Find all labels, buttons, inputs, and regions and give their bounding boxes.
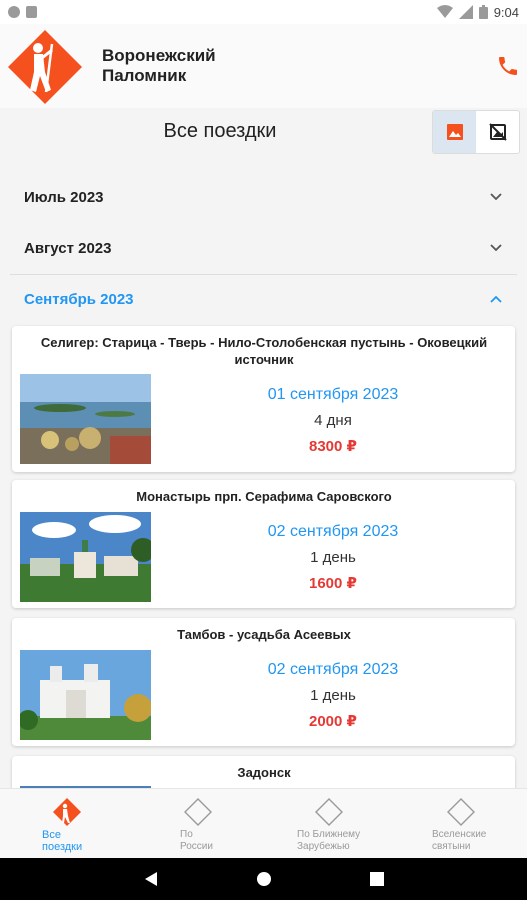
trip-price: 1600 ₽ [309, 575, 357, 592]
trip-card[interactable]: Селигер: Старица - Тверь - Нило-Столобен… [12, 326, 515, 472]
nav-ecumenical-shrines[interactable]: Вселенские святыни [393, 789, 524, 859]
status-bar: 9:04 [0, 0, 527, 24]
month-section-august[interactable]: Август 2023 [10, 223, 517, 273]
nav-all-trips[interactable]: Все поездки [0, 789, 131, 859]
trip-title: Тамбов - усадьба Асеевых [177, 627, 351, 642]
bottom-navigation: Все поездки По России По Ближнему Зарубе… [0, 788, 527, 858]
sd-card-status-icon [26, 6, 37, 18]
signal-icon [458, 5, 473, 19]
wifi-icon [436, 5, 453, 18]
trip-photo [20, 374, 151, 464]
chevron-up-icon [490, 295, 502, 303]
system-navigation-bar [0, 858, 527, 900]
recent-apps-icon[interactable] [370, 872, 384, 886]
back-icon[interactable] [143, 871, 159, 887]
hide-images-button[interactable] [476, 111, 519, 153]
brand-line-2: Паломник [102, 66, 187, 85]
phone-icon[interactable] [496, 54, 520, 78]
home-icon[interactable] [256, 871, 272, 887]
trip-duration: 1 день [310, 549, 356, 566]
nav-label: Все поездки [42, 829, 83, 853]
trip-date: 01 сентября 2023 [267, 386, 399, 403]
pilgrim-logo-icon [8, 30, 82, 104]
image-off-icon [488, 123, 507, 141]
trip-duration: 1 день [310, 687, 356, 704]
brand-name: Воронежский Паломник [102, 46, 216, 86]
trip-title: Селигер: Старица - Тверь - Нило-Столобен… [40, 335, 488, 367]
app-header: Воронежский Паломник [0, 24, 527, 108]
diamond-icon [447, 798, 475, 826]
image-icon [446, 124, 463, 140]
nav-label: По Ближнему Зарубежью [297, 829, 361, 852]
month-label: Август 2023 [24, 239, 112, 257]
diamond-icon [315, 798, 343, 826]
trip-date: 02 сентября 2023 [267, 661, 399, 678]
nav-russia[interactable]: По России [131, 789, 262, 859]
trip-price: 8300 ₽ [309, 438, 357, 455]
month-section-september[interactable]: Сентябрь 2023 [10, 274, 517, 324]
nav-label: По России [180, 829, 213, 852]
title-bar: Все поездки [0, 108, 527, 156]
trip-date: 02 сентября 2023 [267, 523, 399, 540]
nav-near-abroad[interactable]: По Ближнему Зарубежью [262, 789, 393, 859]
brand-line-1: Воронежский [102, 46, 216, 65]
page-title: Все поездки [163, 120, 277, 142]
nav-label: Вселенские святыни [432, 829, 487, 852]
status-time: 9:04 [493, 4, 519, 20]
trip-title: Монастырь прп. Серафима Саровского [136, 489, 392, 504]
trip-title: Задонск [237, 765, 291, 780]
month-section-july[interactable]: Июль 2023 [10, 172, 517, 222]
trip-duration: 4 дня [314, 412, 352, 429]
month-label: Сентябрь 2023 [24, 290, 134, 308]
show-images-button[interactable] [433, 111, 476, 153]
chevron-down-icon [490, 193, 502, 201]
trip-price: 2000 ₽ [309, 713, 357, 730]
trip-card[interactable]: Тамбов - усадьба Асеевых 02 сентября 202… [12, 618, 515, 746]
month-label: Июль 2023 [24, 188, 104, 206]
pilgrim-logo-icon [53, 798, 81, 826]
battery-icon [478, 5, 488, 19]
trip-card[interactable]: Монастырь прп. Серафима Саровского 02 се… [12, 480, 515, 608]
trip-photo [20, 512, 151, 602]
diamond-icon [184, 798, 212, 826]
chevron-down-icon [490, 244, 502, 252]
settings-status-icon [8, 6, 20, 18]
trip-photo [20, 650, 151, 740]
view-mode-toggle [432, 110, 520, 154]
